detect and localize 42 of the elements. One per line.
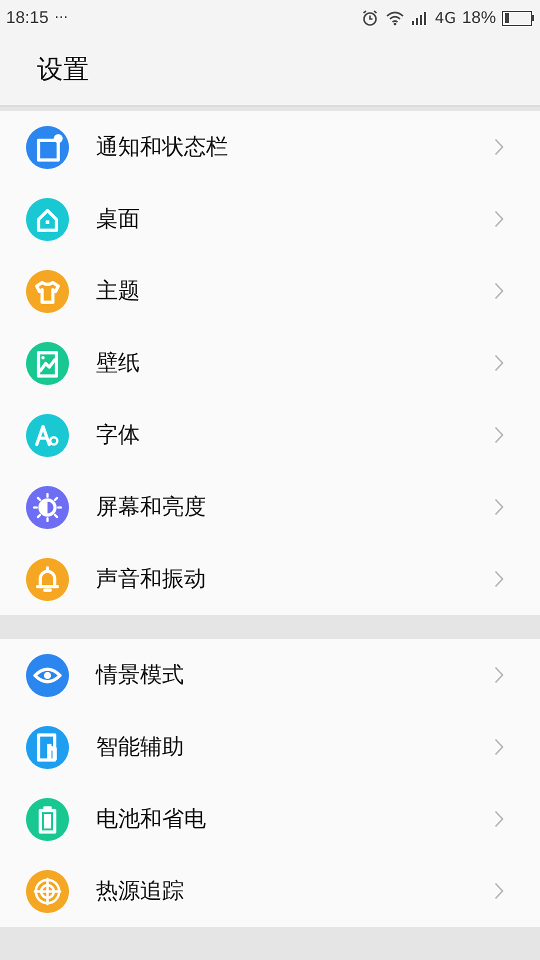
settings-label: 热源追踪 bbox=[96, 878, 184, 906]
wifi-icon bbox=[384, 10, 405, 26]
chevron-icon bbox=[494, 426, 504, 444]
settings-item[interactable]: 壁纸 bbox=[0, 327, 540, 399]
chevron-icon bbox=[494, 810, 504, 828]
settings-item[interactable]: 主题 bbox=[0, 255, 540, 327]
chevron-icon bbox=[494, 882, 504, 900]
signal-icon bbox=[410, 10, 429, 26]
settings-label: 通知和状态栏 bbox=[96, 134, 228, 162]
settings-label: 主题 bbox=[96, 278, 140, 306]
chevron-icon bbox=[494, 498, 504, 516]
settings-label: 壁纸 bbox=[96, 350, 140, 378]
settings-label: 智能辅助 bbox=[96, 734, 184, 762]
settings-item[interactable]: 情景模式 bbox=[0, 639, 540, 711]
settings-item[interactable]: 通知和状态栏 bbox=[0, 111, 540, 183]
chevron-icon bbox=[494, 354, 504, 372]
settings-label: 字体 bbox=[96, 422, 140, 450]
settings-item[interactable]: 屏幕和亮度 bbox=[0, 471, 540, 543]
network-type: 4G bbox=[434, 8, 456, 29]
settings-item[interactable]: 电池和省电 bbox=[0, 783, 540, 855]
status-time: 18:15 bbox=[6, 7, 49, 30]
settings-label: 声音和振动 bbox=[96, 566, 206, 594]
more-indicator: ··· bbox=[54, 8, 68, 28]
battery-icon bbox=[502, 10, 534, 26]
chevron-icon bbox=[494, 666, 504, 684]
chevron-icon bbox=[494, 738, 504, 756]
settings-item[interactable]: 智能辅助 bbox=[0, 711, 540, 783]
battery-percentage: 18% bbox=[462, 7, 496, 30]
settings-label: 电池和省电 bbox=[96, 806, 206, 834]
settings-item[interactable]: 桌面 bbox=[0, 183, 540, 255]
alarm-icon bbox=[360, 9, 379, 27]
settings-label: 桌面 bbox=[96, 206, 140, 234]
settings-item[interactable]: 声音和振动 bbox=[0, 543, 540, 615]
settings-item[interactable]: 字体 bbox=[0, 399, 540, 471]
chevron-icon bbox=[494, 210, 504, 228]
chevron-icon bbox=[494, 282, 504, 300]
chevron-icon bbox=[494, 138, 504, 156]
chevron-icon bbox=[494, 570, 504, 588]
page-title: 设置 bbox=[37, 54, 89, 87]
settings-item[interactable]: 热源追踪 bbox=[0, 855, 540, 927]
settings-label: 情景模式 bbox=[96, 662, 184, 690]
settings-label: 屏幕和亮度 bbox=[96, 494, 206, 522]
